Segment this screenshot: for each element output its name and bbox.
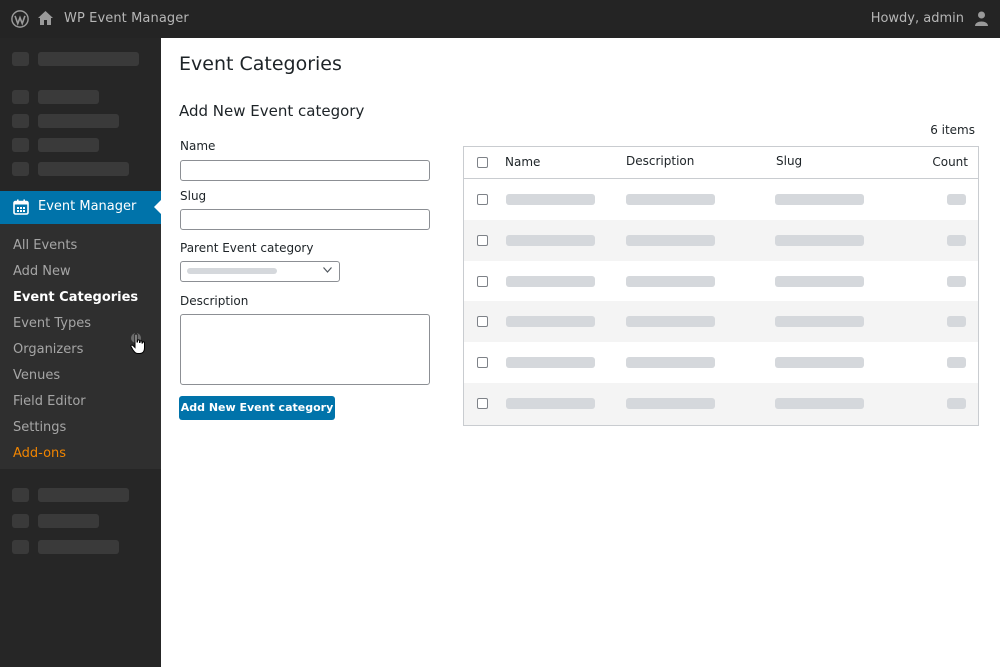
column-header-description: Description	[626, 154, 695, 168]
column-header-count[interactable]: Count	[932, 155, 968, 169]
placeholder-icon	[12, 488, 29, 502]
parent-category-select[interactable]	[180, 261, 340, 282]
placeholder-label	[38, 138, 99, 152]
table-row[interactable]	[464, 383, 978, 425]
table-row[interactable]	[464, 261, 978, 301]
column-header-name[interactable]: Name	[505, 155, 540, 169]
cell-slug-placeholder	[775, 194, 864, 205]
cell-slug-placeholder	[775, 316, 864, 327]
cell-description-placeholder	[626, 235, 715, 246]
cell-count-placeholder	[947, 194, 966, 205]
cell-count-placeholder	[947, 235, 966, 246]
cell-name-placeholder	[506, 194, 595, 205]
row-checkbox[interactable]	[477, 357, 488, 368]
cell-count-placeholder	[947, 276, 966, 287]
column-header-slug[interactable]: Slug	[776, 154, 802, 168]
categories-table: Name Description Slug Count	[463, 146, 979, 426]
main-content: Event Categories Add New Event category …	[161, 38, 1000, 667]
submenu-item-add-ons[interactable]: Add-ons	[13, 446, 66, 461]
cell-slug-placeholder	[775, 276, 864, 287]
cell-slug-placeholder	[775, 235, 864, 246]
placeholder-label	[38, 52, 139, 66]
name-label: Name	[180, 139, 216, 153]
admin-sidebar: Event Manager All Events Add New Event C…	[0, 38, 161, 667]
select-all-checkbox[interactable]	[477, 157, 488, 168]
cell-count-placeholder	[947, 398, 966, 409]
add-category-form-title: Add New Event category	[179, 102, 365, 120]
cell-slug-placeholder	[775, 357, 864, 368]
placeholder-label	[38, 162, 129, 176]
placeholder-icon	[12, 514, 29, 528]
placeholder-icon	[12, 90, 29, 104]
cell-name-placeholder	[506, 316, 595, 327]
sidebar-item-event-manager[interactable]: Event Manager	[0, 191, 161, 224]
cell-description-placeholder	[626, 316, 715, 327]
add-new-category-button[interactable]: Add New Event category	[179, 396, 335, 420]
page-title: Event Categories	[179, 53, 342, 75]
placeholder-label	[38, 90, 99, 104]
submenu-item-event-categories[interactable]: Event Categories	[13, 290, 138, 305]
table-row[interactable]	[464, 179, 978, 220]
table-header: Name Description Slug Count	[464, 147, 978, 179]
home-icon[interactable]	[37, 10, 54, 26]
current-menu-arrow	[154, 200, 161, 214]
table-row[interactable]	[464, 220, 978, 261]
cell-name-placeholder	[506, 276, 595, 287]
submenu-item-settings[interactable]: Settings	[13, 420, 66, 435]
calendar-icon	[13, 199, 29, 215]
hand-pointer-cursor-icon	[130, 333, 145, 354]
slug-label: Slug	[180, 189, 207, 203]
slug-input[interactable]	[180, 209, 430, 230]
submenu-item-event-types[interactable]: Event Types	[13, 316, 91, 331]
sidebar-item-label: Event Manager	[38, 199, 137, 214]
placeholder-icon	[12, 114, 29, 128]
cell-description-placeholder	[626, 194, 715, 205]
submenu-item-field-editor[interactable]: Field Editor	[13, 394, 86, 409]
placeholder-icon	[12, 52, 29, 66]
description-textarea[interactable]	[180, 314, 430, 385]
name-input[interactable]	[180, 160, 430, 181]
submenu-item-organizers[interactable]: Organizers	[13, 342, 83, 357]
placeholder-label	[38, 540, 119, 554]
items-count: 6 items	[930, 123, 975, 137]
cell-slug-placeholder	[775, 398, 864, 409]
placeholder-label	[38, 114, 119, 128]
submenu-item-venues[interactable]: Venues	[13, 368, 60, 383]
table-row[interactable]	[464, 301, 978, 342]
row-checkbox[interactable]	[477, 316, 488, 327]
user-greeting[interactable]: Howdy, admin	[871, 11, 964, 26]
submenu-item-add-new[interactable]: Add New	[13, 264, 71, 279]
submenu-item-all-events[interactable]: All Events	[13, 238, 77, 253]
row-checkbox[interactable]	[477, 194, 488, 205]
row-checkbox[interactable]	[477, 276, 488, 287]
cell-count-placeholder	[947, 357, 966, 368]
table-row[interactable]	[464, 342, 978, 383]
select-value-placeholder	[187, 268, 277, 274]
user-icon[interactable]	[975, 11, 988, 26]
placeholder-icon	[12, 138, 29, 152]
cell-name-placeholder	[506, 235, 595, 246]
cell-description-placeholder	[626, 398, 715, 409]
parent-category-label: Parent Event category	[180, 241, 314, 255]
admin-bar: WP Event Manager Howdy, admin	[0, 0, 1000, 38]
cell-description-placeholder	[626, 357, 715, 368]
row-checkbox[interactable]	[477, 235, 488, 246]
placeholder-label	[38, 514, 99, 528]
placeholder-label	[38, 488, 129, 502]
cell-name-placeholder	[506, 357, 595, 368]
event-manager-submenu: All Events Add New Event Categories Even…	[0, 224, 161, 469]
placeholder-icon	[12, 540, 29, 554]
row-checkbox[interactable]	[477, 398, 488, 409]
cell-name-placeholder	[506, 398, 595, 409]
placeholder-icon	[12, 162, 29, 176]
description-label: Description	[180, 294, 249, 308]
site-title-link[interactable]: WP Event Manager	[64, 11, 189, 26]
wordpress-logo-icon[interactable]	[11, 10, 29, 28]
cell-description-placeholder	[626, 276, 715, 287]
cell-count-placeholder	[947, 316, 966, 327]
chevron-down-icon	[323, 267, 332, 273]
